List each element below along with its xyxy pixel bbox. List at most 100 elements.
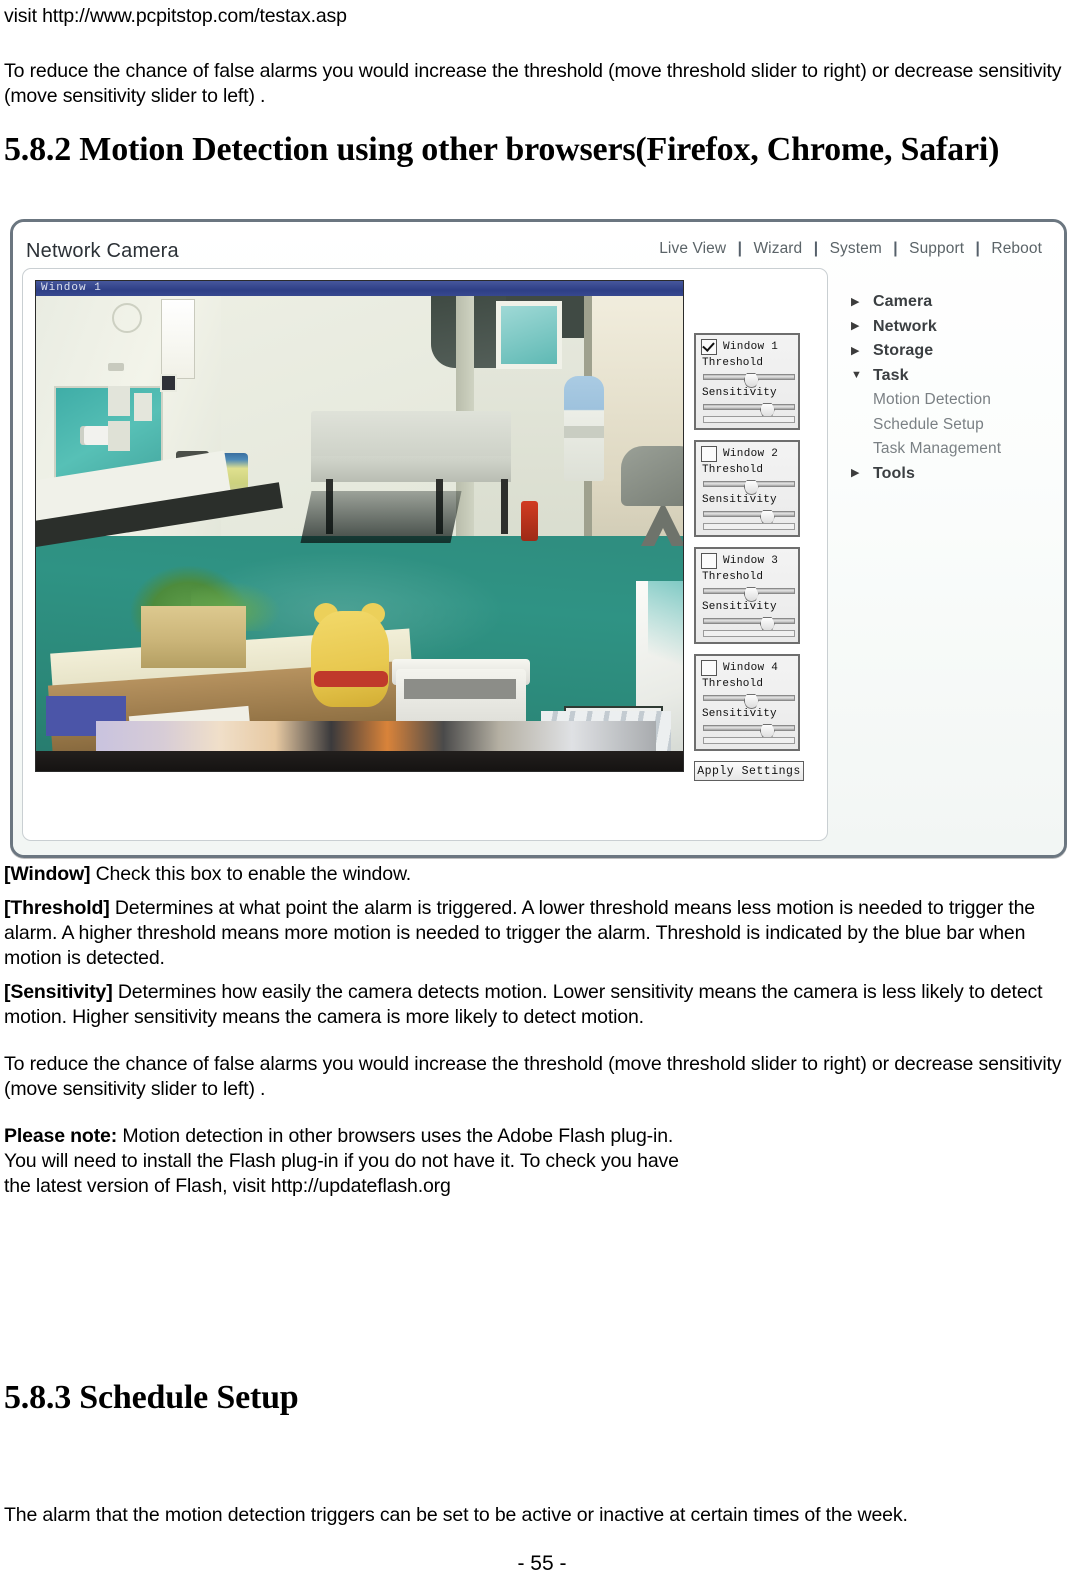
nav-item-system[interactable]: System xyxy=(830,240,882,257)
window-4-threshold-thumb[interactable] xyxy=(743,694,759,709)
menu-label-camera: Camera xyxy=(873,293,933,311)
scene-coffee-table xyxy=(300,491,462,543)
heading-5-8-2: 5.8.2 Motion Detection using other brows… xyxy=(4,131,1000,168)
window-2-threshold-slider[interactable] xyxy=(703,480,795,495)
menu-item-task[interactable]: ▼ Task xyxy=(851,364,1051,389)
paragraph-reduce-false-alarms-2: To reduce the chance of false alarms you… xyxy=(4,1053,1062,1100)
schedule-paragraph-wrap: The alarm that the motion detection trig… xyxy=(0,1503,1084,1528)
window-3-sensitivity-slider[interactable] xyxy=(703,617,795,632)
menu-label-task: Task xyxy=(873,366,909,384)
scene-right-panel-accent xyxy=(648,581,683,701)
menu-item-task-management[interactable]: Task Management xyxy=(851,437,1051,462)
scene-wall-paper-1 xyxy=(108,386,130,416)
menu-item-network[interactable]: ▶ Network xyxy=(851,315,1051,340)
window-4-header: Window 4 xyxy=(701,660,778,676)
window-2-enable-checkbox[interactable] xyxy=(701,446,717,462)
motion-window-panel-4[interactable]: Window 4 Threshold Sensitivity xyxy=(694,654,800,751)
window-2-motion-bar xyxy=(703,523,795,530)
window-3-motion-bar xyxy=(703,630,795,637)
menu-item-storage[interactable]: ▶ Storage xyxy=(851,339,1051,364)
motion-window-panels: Window 1 Threshold Sensitivity Window 2 … xyxy=(694,333,814,781)
window-1-threshold-label: Threshold xyxy=(702,357,764,369)
menu-item-schedule-setup[interactable]: Schedule Setup xyxy=(851,413,1051,438)
page-number: - 55 - xyxy=(517,1552,567,1575)
scene-water-cooler-tap xyxy=(564,426,604,438)
window-2-threshold-label: Threshold xyxy=(702,464,764,476)
camera-ui-screenshot: Network Camera Live View | Wizard | Syst… xyxy=(10,219,1067,858)
scene-wall-paper-3 xyxy=(134,393,152,421)
scene-toy-shirt xyxy=(314,671,388,687)
menu-label-task-management: Task Management xyxy=(873,440,1002,458)
window-4-enable-checkbox[interactable] xyxy=(701,660,717,676)
live-video-view[interactable]: Window 1 xyxy=(35,280,684,772)
nav-item-reboot[interactable]: Reboot xyxy=(991,240,1042,257)
window-3-sensitivity-label: Sensitivity xyxy=(702,601,777,613)
scene-wall-paper-2 xyxy=(108,421,130,451)
video-overlay-label: Window 1 xyxy=(41,282,102,294)
motion-window-panel-3[interactable]: Window 3 Threshold Sensitivity xyxy=(694,547,800,644)
window-4-threshold-slider[interactable] xyxy=(703,694,795,709)
motion-window-panel-2[interactable]: Window 2 Threshold Sensitivity xyxy=(694,440,800,537)
window-4-label: Window 4 xyxy=(723,662,779,674)
paragraph-schedule: The alarm that the motion detection trig… xyxy=(4,1504,908,1526)
settings-menu-tree: ▶ Camera ▶ Network ▶ Storage ▼ Task Moti… xyxy=(851,290,1051,486)
nav-item-wizard[interactable]: Wizard xyxy=(753,240,802,257)
window-4-sensitivity-slider[interactable] xyxy=(703,724,795,739)
window-4-motion-bar xyxy=(703,737,795,744)
scene-bench-leg xyxy=(501,479,508,534)
window-1-threshold-slider[interactable] xyxy=(703,373,795,388)
window-1-sensitivity-slider[interactable] xyxy=(703,403,795,418)
definition-window: [Window] Check this box to enable the wi… xyxy=(4,862,1080,887)
window-1-header: Window 1 xyxy=(701,339,778,355)
triangle-right-icon: ▶ xyxy=(851,344,860,357)
camera-ui-surface: Network Camera Live View | Wizard | Syst… xyxy=(13,222,1064,855)
please-note-term: Please note: xyxy=(4,1125,118,1147)
menu-label-motion-detection: Motion Detection xyxy=(873,391,991,409)
scene-foreground-shadow xyxy=(36,751,683,771)
menu-label-network: Network xyxy=(873,317,937,335)
apply-settings-button[interactable]: Apply Settings xyxy=(694,761,804,781)
nav-item-live-view[interactable]: Live View xyxy=(659,240,726,257)
motion-window-panel-1[interactable]: Window 1 Threshold Sensitivity xyxy=(694,333,800,430)
window-1-enable-checkbox[interactable] xyxy=(701,339,717,355)
definition-threshold-term: [Threshold] xyxy=(4,897,110,919)
scene-framed-picture xyxy=(496,301,562,369)
definition-threshold-text: Determines at what point the alarm is tr… xyxy=(4,897,1035,969)
scene-fire-extinguisher xyxy=(521,501,538,541)
triangle-right-icon: ▶ xyxy=(851,467,860,480)
video-overlay-titlebar: Window 1 xyxy=(36,281,683,296)
scene-cardboard-box xyxy=(141,606,246,668)
nav-separator: | xyxy=(813,240,819,257)
menu-label-tools: Tools xyxy=(873,464,915,482)
heading-582-wrap: 5.8.2 Motion Detection using other brows… xyxy=(0,130,1084,170)
intro-line: visit http://www.pcpitstop.com/testax.as… xyxy=(4,5,347,27)
scene-printer-feeder xyxy=(404,679,516,699)
window-3-header: Window 3 xyxy=(701,553,778,569)
heading-5-8-3: 5.8.3 Schedule Setup xyxy=(4,1379,299,1416)
paragraph-reduce-false-alarms-1: To reduce the chance of false alarms you… xyxy=(4,60,1062,107)
please-note-paragraph: Please note: Motion detection in other b… xyxy=(4,1124,694,1199)
window-2-sensitivity-slider[interactable] xyxy=(703,510,795,525)
window-2-threshold-thumb[interactable] xyxy=(743,480,759,495)
window-3-threshold-slider[interactable] xyxy=(703,587,795,602)
window-3-threshold-thumb[interactable] xyxy=(743,587,759,602)
menu-label-schedule-setup: Schedule Setup xyxy=(873,415,984,433)
nav-separator: | xyxy=(893,240,898,257)
top-navigation[interactable]: Live View | Wizard | System | Support | … xyxy=(659,240,1042,258)
window-4-threshold-label: Threshold xyxy=(702,678,764,690)
window-1-sensitivity-label: Sensitivity xyxy=(702,387,777,399)
window-2-sensitivity-label: Sensitivity xyxy=(702,494,777,506)
window-3-enable-checkbox[interactable] xyxy=(701,553,717,569)
menu-label-storage: Storage xyxy=(873,342,934,360)
menu-item-motion-detection[interactable]: Motion Detection xyxy=(851,388,1051,413)
window-1-threshold-thumb[interactable] xyxy=(743,373,759,388)
document-body: visit http://www.pcpitstop.com/testax.as… xyxy=(0,4,1084,109)
definition-window-term: [Window] xyxy=(4,863,91,885)
definition-sensitivity-term: [Sensitivity] xyxy=(4,981,113,1003)
menu-item-tools[interactable]: ▶ Tools xyxy=(851,462,1051,487)
menu-item-camera[interactable]: ▶ Camera xyxy=(851,290,1051,315)
nav-item-support[interactable]: Support xyxy=(909,240,964,257)
window-3-label: Window 3 xyxy=(723,555,779,567)
